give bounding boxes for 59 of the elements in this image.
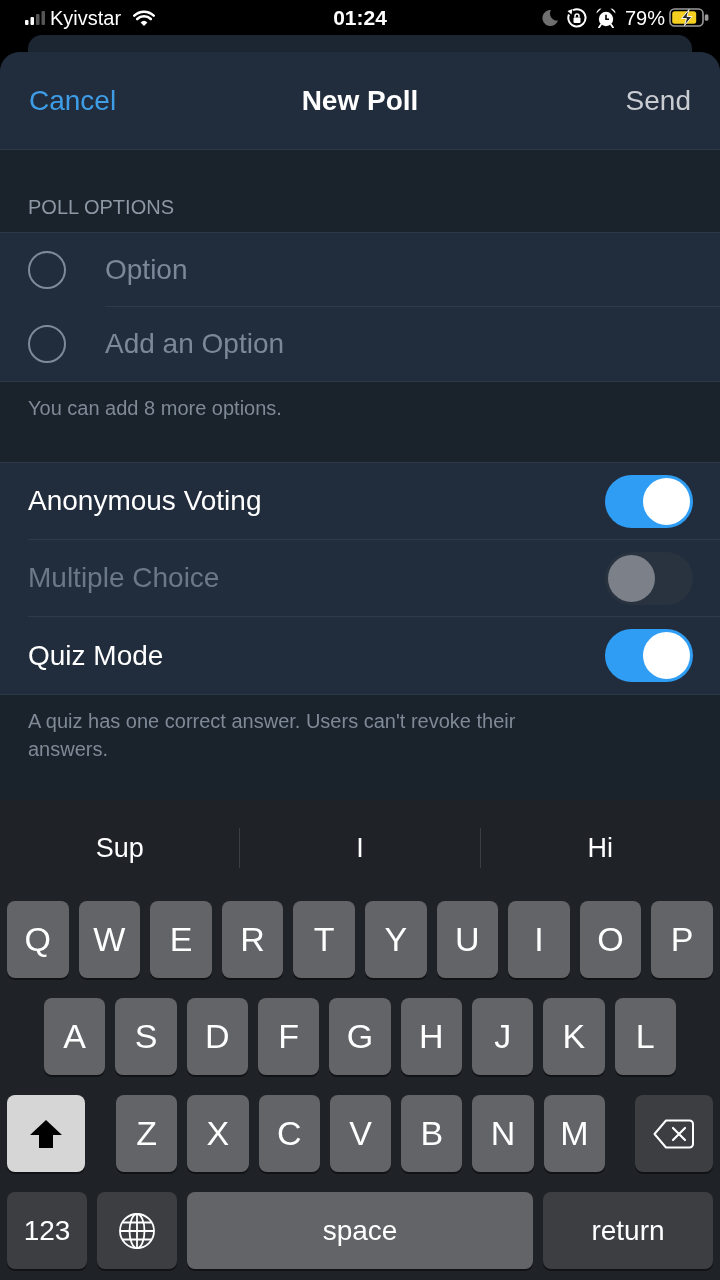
letter-key[interactable]: F	[258, 998, 320, 1075]
letter-key[interactable]: V	[329, 1095, 392, 1172]
moon-icon	[541, 9, 558, 26]
shift-key[interactable]	[7, 1095, 85, 1172]
section-header: POLL OPTIONS	[28, 195, 174, 220]
letter-key[interactable]: L	[614, 998, 676, 1075]
letter-key[interactable]: Z	[116, 1095, 178, 1172]
letter-key[interactable]: I	[508, 901, 570, 978]
carrier-name: Kyivstar	[50, 5, 122, 30]
letter-key[interactable]: T	[293, 901, 355, 978]
letter-key[interactable]: X	[187, 1095, 249, 1172]
letter-key[interactable]: S	[115, 998, 177, 1075]
battery-charging-icon	[669, 8, 709, 27]
shift-icon	[30, 1119, 62, 1148]
wifi-icon	[133, 9, 156, 26]
letter-key[interactable]: Q	[7, 901, 69, 978]
numbers-key[interactable]: 123	[7, 1192, 87, 1269]
setting-label: Quiz Mode	[28, 638, 164, 673]
suggestion-item[interactable]: I	[240, 800, 480, 896]
suggestion-item[interactable]: Hi	[480, 800, 720, 896]
options-hint: You can add 8 more options.	[28, 396, 283, 421]
alarm-clock-icon	[595, 7, 616, 28]
toggle-switch[interactable]	[605, 474, 693, 528]
space-key[interactable]: space	[187, 1192, 533, 1269]
letter-key[interactable]: P	[651, 901, 713, 978]
return-key[interactable]: return	[543, 1192, 713, 1269]
quiz-hint: A quiz has one correct answer. Users can't revoke their answers.	[28, 709, 517, 762]
letter-key[interactable]: K	[543, 998, 605, 1075]
letter-key[interactable]: D	[186, 998, 248, 1075]
letter-key[interactable]: O	[579, 901, 642, 978]
signal-icon	[25, 10, 45, 25]
letter-key[interactable]: E	[150, 901, 212, 978]
letter-key[interactable]: C	[258, 1095, 320, 1172]
letter-key[interactable]: J	[471, 998, 534, 1075]
clock-time: 01:24	[333, 5, 387, 30]
delete-icon	[653, 1118, 695, 1149]
globe-icon	[119, 1212, 155, 1249]
battery-percent: 79%	[624, 5, 665, 30]
letter-key[interactable]: R	[221, 901, 284, 978]
cancel-button[interactable]: Cancel	[29, 79, 117, 122]
toggle-switch[interactable]	[605, 629, 693, 682]
letter-key[interactable]: N	[472, 1095, 534, 1172]
letter-key[interactable]: B	[401, 1095, 463, 1172]
setting-label: Anonymous Voting	[28, 484, 262, 518]
letter-key[interactable]: M	[543, 1095, 605, 1172]
globe-key[interactable]	[97, 1192, 177, 1269]
suggestion-item[interactable]: Sup	[0, 800, 240, 896]
letter-key[interactable]: A	[44, 998, 106, 1075]
sheet-title: New Poll	[301, 83, 419, 118]
letter-key[interactable]: W	[78, 901, 141, 978]
delete-key[interactable]	[634, 1095, 713, 1172]
radio-icon[interactable]	[28, 325, 66, 363]
letter-key[interactable]: H	[400, 998, 462, 1075]
rotation-lock-icon	[566, 7, 587, 28]
setting-label: Multiple Choice	[28, 561, 220, 595]
letter-key[interactable]: G	[329, 998, 391, 1075]
letter-key[interactable]: U	[436, 901, 499, 978]
radio-icon[interactable]	[28, 251, 66, 289]
letter-key[interactable]: Y	[364, 901, 427, 978]
